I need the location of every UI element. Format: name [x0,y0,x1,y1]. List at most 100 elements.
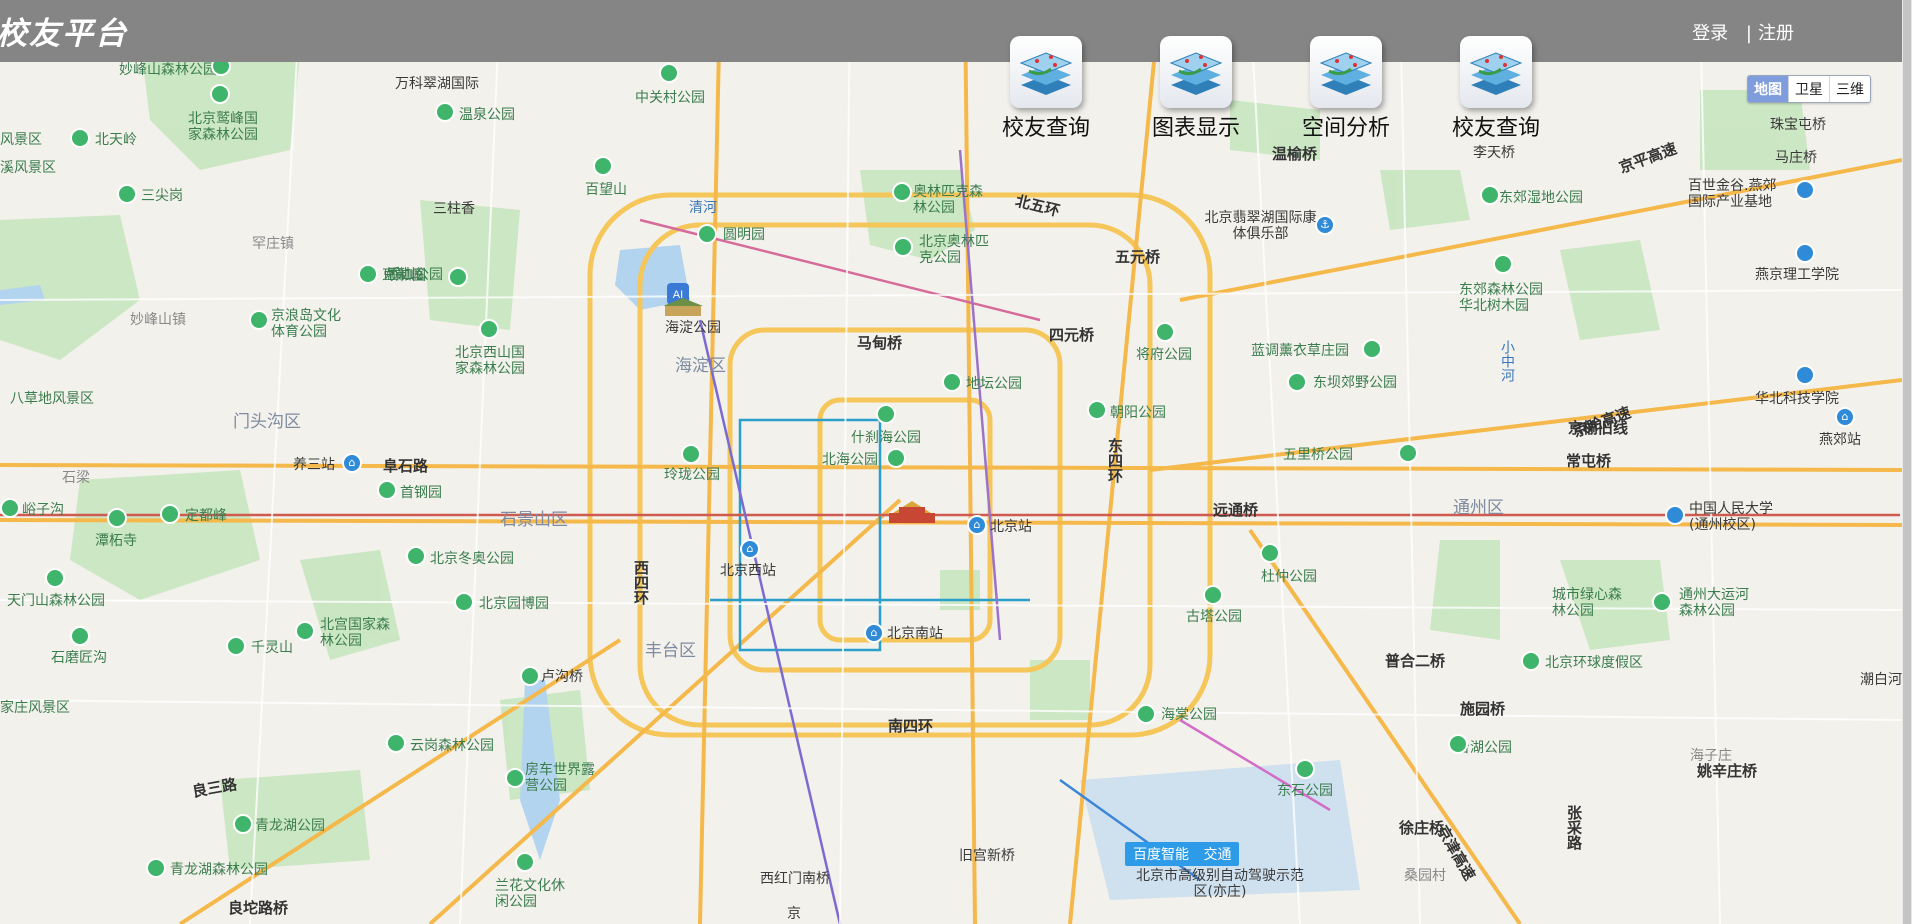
park-marker-icon[interactable] [1521,651,1541,671]
park-marker-icon[interactable] [505,768,525,788]
park-marker-icon[interactable] [1480,185,1500,205]
park-marker-icon[interactable] [435,102,455,122]
map-label: 东石公园 [1277,783,1333,799]
map-label: 小中河 [1499,340,1515,382]
park-marker-icon[interactable] [520,666,540,686]
park-marker-icon[interactable] [1260,543,1280,563]
map-label: 通州大运河森林公园 [1679,587,1749,619]
park-marker-icon[interactable] [160,504,180,524]
road-label: 四元桥 [1049,326,1095,344]
map-label: 燕京理工学院 [1755,267,1839,283]
map-label: 青龙湖公园 [255,818,325,834]
park-marker-icon[interactable] [1652,592,1672,612]
park-marker-icon[interactable] [886,448,906,468]
park-marker-icon[interactable] [70,626,90,646]
station-marker-icon[interactable]: ⌂ [864,623,884,643]
nav-spatial-analysis[interactable]: 空间分析 [1291,36,1401,142]
register-link[interactable]: 注册 [1758,23,1794,44]
park-marker-icon[interactable] [1362,339,1382,359]
map-label: 古塔公园 [1186,609,1242,625]
map-label: 北京翡翠湖国际康体俱乐部 [1204,210,1317,242]
station-marker-icon[interactable]: ⌂ [740,539,760,559]
park-marker-icon[interactable] [454,592,474,612]
park-marker-icon[interactable] [226,636,246,656]
station-marker-icon[interactable]: ⌂ [342,453,362,473]
road-label: 施园桥 [1460,700,1506,718]
nav-alumni-search-2[interactable]: 校友查询 [1441,36,1551,142]
park-marker-icon[interactable] [45,568,65,588]
park-marker-icon[interactable] [377,480,397,500]
map-type-satellite-button[interactable]: 卫星 [1788,76,1829,102]
park-marker-icon[interactable] [210,84,230,104]
park-marker-icon[interactable] [515,852,535,872]
layers-map-icon [1460,36,1532,108]
park-marker-icon[interactable] [1287,372,1307,392]
district-label: 丰台区 [645,641,696,661]
station-marker-icon[interactable] [1795,180,1815,200]
map-canvas[interactable]: 妙峰山森林公园 万科翠湖国际 中关村公园 温泉公园 北京鹫峰国家森林公园 风景区… [0,0,1902,924]
park-marker-icon[interactable] [107,508,127,528]
station-marker-icon[interactable]: ⌂ [1835,407,1855,427]
map-label: 马庄桥 [1775,150,1817,166]
park-marker-icon[interactable] [233,814,253,834]
park-marker-icon[interactable] [479,319,499,339]
park-marker-icon[interactable] [659,63,679,83]
map-label: 八草地风景区 [10,391,94,407]
park-marker-icon[interactable] [1203,585,1223,605]
vertical-scrollbar[interactable] [1902,0,1912,924]
map-label: 什刹海公园 [851,430,921,446]
park-marker-icon[interactable] [892,182,912,202]
park-marker-icon[interactable] [893,237,913,257]
nav-alumni-search[interactable]: 校友查询 [991,36,1101,142]
station-marker-icon[interactable] [1795,243,1815,263]
nav-label: 图表显示 [1151,116,1240,141]
road-label: 常屯桥 [1566,452,1612,470]
park-marker-icon[interactable] [358,264,378,284]
park-marker-icon[interactable] [593,156,613,176]
nav-chart-display[interactable]: 图表显示 [1141,36,1251,142]
summer-palace-landmark-icon[interactable] [661,296,705,318]
park-marker-icon[interactable] [386,733,406,753]
district-label: 石景山区 [500,510,568,530]
park-marker-icon[interactable] [295,621,315,641]
park-marker-icon[interactable] [1136,704,1156,724]
scrollbar-thumb[interactable] [1903,0,1911,924]
park-marker-icon[interactable] [942,372,962,392]
road-label: 远通桥 [1213,501,1259,519]
park-marker-icon[interactable] [146,858,166,878]
park-marker-icon[interactable] [1448,734,1468,754]
park-marker-icon[interactable] [1398,443,1418,463]
tiananmen-landmark-icon[interactable] [887,497,937,527]
park-marker-icon[interactable] [1493,254,1513,274]
map-type-3d-button[interactable]: 三维 [1829,76,1870,102]
map-label: 北京西站 [720,563,776,579]
park-marker-icon[interactable] [1295,759,1315,779]
login-link[interactable]: 登录 [1692,23,1728,44]
map-label: 北京市高级别自动驾驶示范区(亦庄) [1136,868,1304,900]
map-base[interactable] [0,0,1902,924]
map-label: 兰花文化休闲公园 [495,878,565,910]
map-label: 北京鹫峰国家森林公园 [188,111,258,143]
baidu-traffic-badge[interactable]: 百度智能 交通 [1125,842,1240,866]
park-marker-icon[interactable] [0,498,20,518]
auth-separator: | [1745,23,1752,44]
park-marker-icon[interactable] [406,546,426,566]
station-marker-icon[interactable]: ⚓ [1315,215,1335,235]
park-marker-icon[interactable] [681,444,701,464]
station-marker-icon[interactable] [1665,505,1685,525]
park-marker-icon[interactable] [448,267,468,287]
map-label: 万科翠湖国际 [395,76,479,92]
park-marker-icon[interactable] [697,224,717,244]
station-marker-icon[interactable]: ⌂ [967,515,987,535]
park-marker-icon[interactable] [117,184,137,204]
map-type-map-button[interactable]: 地图 [1748,76,1788,102]
park-marker-icon[interactable] [70,128,90,148]
map-label: 燕郊站 [1819,432,1861,448]
park-marker-icon[interactable] [876,404,896,424]
map-label: 华北科技学院 [1755,391,1839,407]
map-label: 玲珑公园 [664,467,720,483]
station-marker-icon[interactable] [1795,365,1815,385]
park-marker-icon[interactable] [1087,400,1107,420]
park-marker-icon[interactable] [249,310,269,330]
park-marker-icon[interactable] [1155,322,1175,342]
